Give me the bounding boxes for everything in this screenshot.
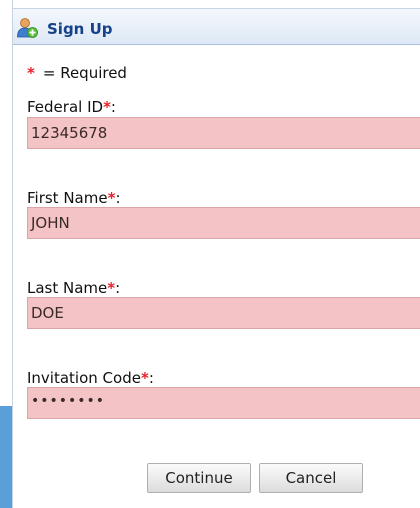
first-name-label: First Name*:: [27, 189, 121, 207]
first-name-input[interactable]: JOHN: [27, 207, 420, 239]
required-legend: * = Required: [27, 64, 127, 82]
federal-id-input[interactable]: 12345678: [27, 117, 420, 149]
first-name-colon: :: [115, 189, 121, 207]
federal-id-label: Federal ID*:: [27, 98, 116, 116]
last-name-input[interactable]: DOE: [27, 297, 420, 329]
user-add-icon: [17, 18, 38, 38]
required-legend-text: = Required: [42, 64, 127, 82]
first-name-label-text: First Name: [27, 189, 108, 207]
invitation-code-input[interactable]: ••••••••: [27, 387, 420, 419]
last-name-label: Last Name*:: [27, 279, 120, 297]
federal-id-label-text: Federal ID: [27, 98, 104, 116]
background-panel-strip: [0, 406, 12, 508]
dialog-titlebar[interactable]: Sign Up: [13, 8, 420, 45]
last-name-required-star: *: [107, 279, 116, 297]
invitation-code-required-star: *: [140, 369, 149, 387]
last-name-label-text: Last Name: [27, 279, 108, 297]
cancel-button[interactable]: Cancel: [259, 463, 363, 493]
invitation-code-label: Invitation Code*:: [27, 369, 154, 387]
page: Sign Up * = Required Federal ID*: 1234567…: [0, 0, 420, 508]
invitation-code-label-text: Invitation Code: [27, 369, 141, 387]
federal-id-required-star: *: [103, 98, 111, 116]
sign-up-dialog: Sign Up * = Required Federal ID*: 1234567…: [12, 0, 420, 508]
dialog-title: Sign Up: [47, 20, 113, 38]
last-name-colon: :: [115, 279, 121, 297]
required-star: *: [27, 64, 35, 82]
continue-button[interactable]: Continue: [147, 463, 251, 493]
invitation-code-colon: :: [148, 369, 154, 387]
federal-id-colon: :: [110, 98, 116, 116]
